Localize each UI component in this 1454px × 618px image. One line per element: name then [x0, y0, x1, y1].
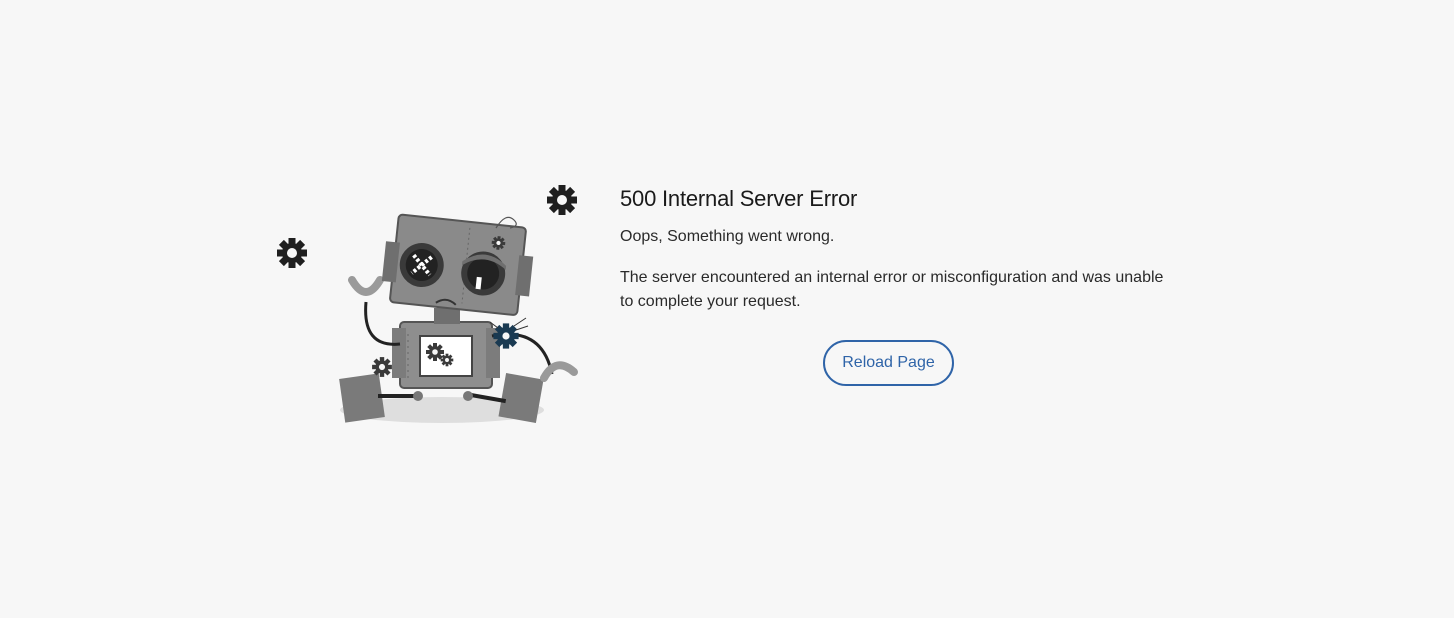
gear-icon	[277, 238, 307, 268]
gear-icon	[547, 185, 577, 215]
reload-page-button[interactable]: Reload Page	[823, 340, 954, 386]
page-title: 500 Internal Server Error	[620, 186, 858, 211]
broken-robot-illustration	[270, 176, 590, 432]
error-subtitle: Oops, Something went wrong.	[620, 228, 835, 245]
error-content: 500 Internal Server Error Oops, Somethin…	[620, 184, 1180, 314]
error-message: The server encountered an internal error…	[620, 269, 1164, 310]
error-page: 500 Internal Server Error Oops, Somethin…	[0, 0, 1454, 618]
